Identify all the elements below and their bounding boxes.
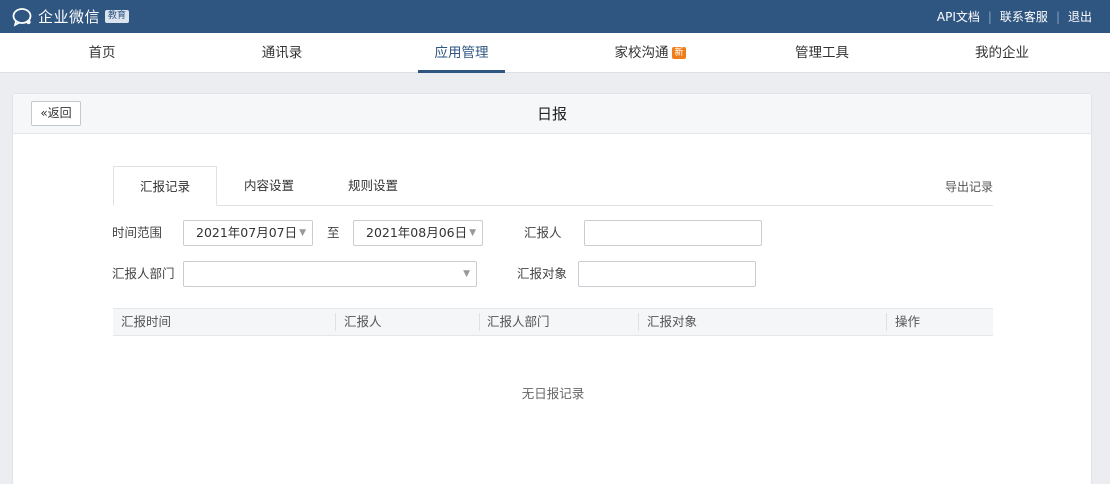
tab-bar: 汇报记录 内容设置 规则设置 导出记录 [113, 166, 993, 206]
tab-rule-settings[interactable]: 规则设置 [321, 166, 425, 206]
nav-item-home-school[interactable]: 家校沟通新 [600, 33, 700, 73]
department-label: 汇报人部门 [112, 266, 175, 281]
column-header-reporter-department[interactable]: 汇报人部门 [479, 309, 550, 335]
caret-down-icon: ▼ [463, 269, 470, 279]
column-header-report-time[interactable]: 汇报时间 [113, 309, 171, 335]
empty-state-text: 无日报记录 [521, 386, 585, 401]
tab-content-settings[interactable]: 内容设置 [217, 166, 321, 206]
reporter-label: 汇报人 [524, 225, 562, 240]
back-button[interactable]: «返回 [31, 101, 81, 126]
chat-bubble-logo-icon [12, 7, 32, 27]
to-label: 至 [327, 225, 340, 240]
separator: | [987, 9, 992, 24]
nav-item-app-management[interactable]: 应用管理 [418, 33, 505, 73]
nav-item-management-tools[interactable]: 管理工具 [780, 33, 864, 73]
logo-text: 企业微信 [38, 8, 101, 26]
department-select[interactable]: ▼ [183, 261, 477, 287]
contact-support-link[interactable]: 联系客服 [1000, 8, 1048, 25]
column-header-actions[interactable]: 操作 [887, 309, 920, 335]
end-date-value: 2021年08月06日 [366, 225, 468, 240]
start-date-value: 2021年07月07日 [196, 225, 298, 240]
separator: | [1055, 9, 1060, 24]
caret-down-icon: ▼ [299, 228, 306, 238]
nav-item-label: 家校沟通 [614, 45, 669, 61]
active-nav-underline [418, 70, 505, 73]
export-records-link[interactable]: 导出记录 [945, 166, 993, 208]
start-date-select[interactable]: 2021年07月07日 ▼ [183, 220, 313, 246]
api-docs-link[interactable]: API文档 [937, 8, 980, 25]
main-nav: 首页 通讯录 应用管理 家校沟通新 管理工具 我的企业 [0, 33, 1110, 73]
column-header-report-target[interactable]: 汇报对象 [639, 309, 697, 335]
logo[interactable]: 企业微信 教育 [12, 6, 130, 27]
nav-item-home[interactable]: 首页 [62, 33, 142, 73]
nav-item-my-enterprise[interactable]: 我的企业 [960, 33, 1044, 73]
caret-down-icon: ▼ [469, 228, 476, 238]
tab-report-records[interactable]: 汇报记录 [113, 166, 217, 206]
logout-link[interactable]: 退出 [1068, 8, 1092, 25]
page-title: 日报 [536, 105, 567, 123]
back-button-label: 返回 [47, 106, 72, 120]
content-panel: 日报 «返回 汇报记录 内容设置 规则设置 导出记录 时间范围 2021年07月… [12, 93, 1092, 484]
reporter-input[interactable] [584, 220, 762, 246]
report-target-label: 汇报对象 [517, 266, 568, 281]
report-target-input[interactable] [578, 261, 756, 287]
table-header: 汇报时间 汇报人 汇报人部门 汇报对象 操作 [113, 308, 993, 336]
double-chevron-left-icon: « [40, 106, 48, 120]
time-range-label: 时间范围 [112, 225, 163, 240]
top-bar: 企业微信 教育 API文档 | 联系客服 | 退出 [0, 0, 1110, 33]
top-links: API文档 | 联系客服 | 退出 [937, 0, 1092, 33]
panel-header: 日报 «返回 [13, 94, 1091, 134]
end-date-select[interactable]: 2021年08月06日 ▼ [353, 220, 483, 246]
edu-badge: 教育 [105, 10, 130, 23]
column-header-reporter[interactable]: 汇报人 [336, 309, 382, 335]
nav-item-contacts[interactable]: 通讯录 [242, 33, 322, 73]
new-badge: 新 [672, 47, 686, 59]
